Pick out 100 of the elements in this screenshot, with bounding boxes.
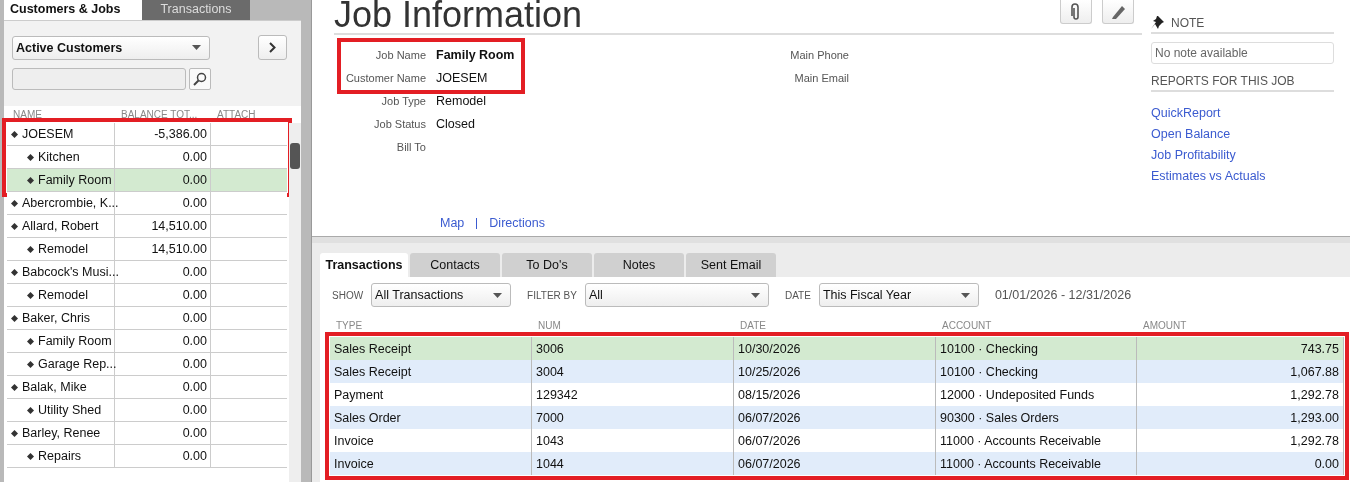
filter-dropdown[interactable]: This Fiscal Year [818, 283, 979, 307]
field-label: Customer Name [344, 71, 426, 84]
caret-icon [192, 45, 201, 50]
customer-row[interactable]: Allard, Robert 14,510.00 [7, 215, 287, 238]
map-link[interactable]: Map [440, 216, 465, 230]
diamond-icon [11, 199, 18, 207]
field-value: Closed [436, 116, 475, 131]
table-cell: 08/15/2026 [738, 387, 801, 402]
column-header[interactable]: ACCOUNT [936, 320, 1137, 331]
table-cell: 3004 [536, 364, 564, 379]
table-cell: 7000 [536, 410, 564, 425]
diamond-icon [11, 268, 18, 276]
transaction-row[interactable]: Sales Receipt 3006 10/30/2026 10100 · Checking 743.75 [330, 337, 1344, 360]
note-field[interactable]: No note available [1151, 42, 1334, 64]
customer-row[interactable]: Barley, Renee 0.00 [7, 422, 287, 445]
transaction-row[interactable]: Invoice 1044 06/07/2026 11000 · Accounts Receivable 0.00 [330, 452, 1344, 475]
column-header[interactable]: AMOUNT [1137, 320, 1344, 331]
report-link[interactable]: Job Profitability [1151, 148, 1334, 162]
report-link[interactable]: QuickReport [1151, 106, 1334, 120]
field-label: Main Phone [789, 47, 849, 63]
customer-row[interactable]: Remodel 0.00 [7, 284, 287, 307]
table-cell: Sales Receipt [334, 341, 412, 356]
diamond-icon [27, 337, 34, 345]
customer-name: Family Room [38, 334, 112, 348]
customer-row[interactable]: Family Room 0.00 [7, 169, 287, 192]
column-header[interactable]: TYPE [330, 320, 532, 331]
diamond-icon [11, 222, 18, 230]
balance-value: 0.00 [182, 265, 207, 279]
directions-link[interactable]: Directions [489, 216, 545, 230]
customer-row[interactable]: Balak, Mike 0.00 [7, 376, 287, 399]
customer-row[interactable]: Baker, Chris 0.00 [7, 307, 287, 330]
column-header[interactable]: NAME [7, 109, 115, 120]
balance-value: 0.00 [182, 380, 207, 394]
customer-name: Remodel [38, 288, 89, 302]
customer-name: Repairs [38, 449, 82, 463]
search-field[interactable] [12, 68, 186, 90]
filter-dropdown[interactable]: All [584, 283, 769, 307]
panel-tab[interactable]: Transactions [142, 0, 250, 20]
column-header[interactable]: DATE [734, 320, 936, 331]
expand-button[interactable] [258, 35, 287, 60]
customer-name: Abercrombie, K... [22, 196, 119, 210]
field-label: Bill To [395, 140, 426, 153]
field-value: JOESEM [436, 70, 488, 85]
table-cell: 10/25/2026 [738, 364, 801, 379]
table-cell: 06/07/2026 [738, 433, 801, 448]
customer-row[interactable]: Kitchen 0.00 [7, 146, 287, 169]
transaction-row[interactable]: Sales Receipt 3004 10/25/2026 10100 · Checking 1,067.88 [330, 360, 1344, 383]
field-label: Main Email [793, 70, 849, 86]
search-button[interactable] [189, 68, 211, 90]
table-cell: Sales Order [334, 410, 401, 425]
balance-value: 14,510.00 [151, 219, 207, 233]
customer-row[interactable]: Family Room 0.00 [7, 330, 287, 353]
customer-name: Utility Shed [38, 403, 102, 417]
column-header[interactable]: BALANCE TOT... [115, 109, 211, 120]
table-cell: 1,067.88 [1290, 364, 1339, 379]
customer-row[interactable]: Babcock's Musi... 0.00 [7, 261, 287, 284]
column-header[interactable]: ATTACH [211, 109, 283, 120]
date-range: 01/01/2026 - 12/31/2026 [994, 288, 1132, 302]
section-tab[interactable]: Sent Email [686, 253, 776, 277]
report-link[interactable]: Open Balance [1151, 127, 1334, 141]
customer-row[interactable]: Utility Shed 0.00 [7, 399, 287, 422]
section-tab[interactable]: To Do's [502, 253, 592, 277]
section-tab[interactable]: Contacts [410, 253, 500, 277]
customer-row[interactable]: JOESEM -5,386.00 [7, 123, 287, 146]
customer-filter-dropdown[interactable]: Active Customers [12, 35, 210, 60]
table-cell: Invoice [334, 433, 374, 448]
diamond-icon [27, 176, 34, 184]
filter-dropdown[interactable]: All Transactions [371, 283, 512, 307]
customer-row[interactable]: Remodel 14,510.00 [7, 238, 287, 261]
table-cell: Sales Receipt [334, 364, 412, 379]
balance-value: 0.00 [182, 403, 207, 417]
transaction-row[interactable]: Sales Order 7000 06/07/2026 90300 · Sales Orders 1,293.00 [330, 406, 1344, 429]
diamond-icon [27, 452, 34, 460]
table-cell: 129342 [536, 387, 578, 402]
table-cell: 1044 [536, 456, 564, 471]
chevron-right-icon [269, 42, 276, 53]
diamond-icon [11, 314, 18, 322]
customer-row[interactable]: Garage Rep... 0.00 [7, 353, 287, 376]
customer-row[interactable]: Abercrombie, K... 0.00 [7, 192, 287, 215]
customer-name: Babcock's Musi... [22, 265, 119, 279]
attach-button[interactable] [1060, 0, 1092, 24]
diamond-icon [11, 383, 18, 391]
balance-value: 0.00 [182, 311, 207, 325]
diamond-icon [27, 406, 34, 414]
section-tab[interactable]: Transactions [320, 253, 408, 277]
customer-row[interactable]: Repairs 0.00 [7, 445, 287, 468]
filter-label: FILTER BY [527, 289, 577, 301]
diamond-icon [27, 291, 34, 299]
balance-value: 0.00 [182, 196, 207, 210]
customer-name: Allard, Robert [22, 219, 99, 233]
balance-value: 0.00 [182, 150, 207, 164]
splitter-handle[interactable] [312, 236, 1350, 243]
balance-value: -5,386.00 [154, 127, 207, 141]
report-link[interactable]: Estimates vs Actuals [1151, 169, 1334, 183]
scrollbar[interactable] [289, 123, 301, 482]
edit-button[interactable] [1102, 0, 1134, 24]
table-cell: 1,293.00 [1290, 410, 1339, 425]
panel-tab[interactable]: Customers & Jobs [4, 0, 142, 20]
section-tab[interactable]: Notes [594, 253, 684, 277]
column-header[interactable]: NUM [532, 320, 734, 331]
